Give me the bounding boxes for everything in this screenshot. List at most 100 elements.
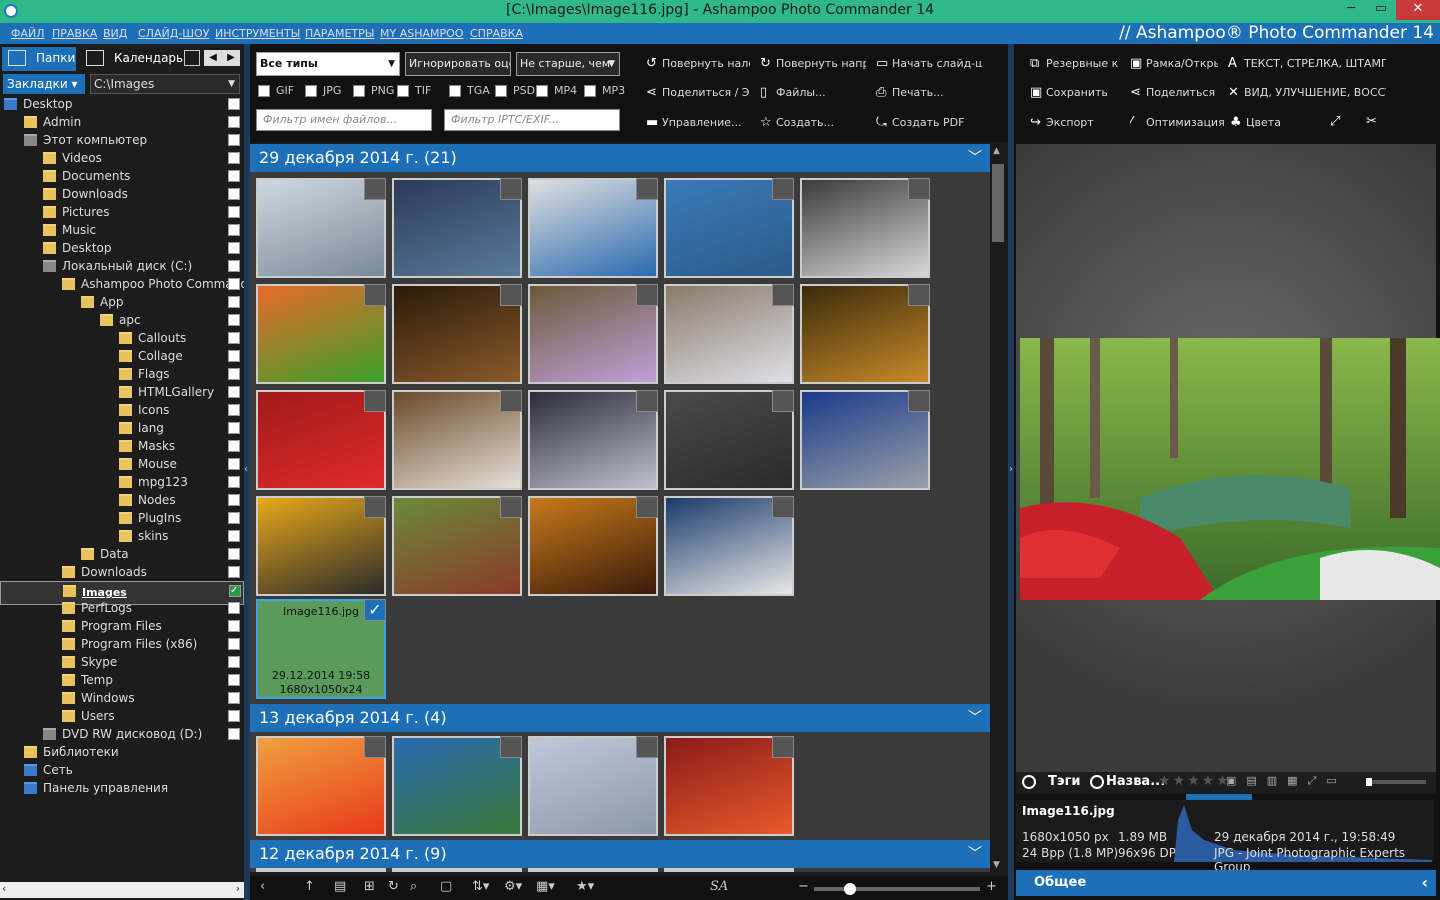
tree-item[interactable]: Desktop (0, 95, 244, 113)
save-button[interactable]: ▣ Сохранить (1030, 85, 1120, 100)
tree-item[interactable]: apc (0, 311, 244, 329)
thumbnail[interactable] (392, 496, 522, 596)
tree-checkbox[interactable] (228, 602, 240, 614)
tree-item[interactable]: Flags (0, 365, 244, 383)
minimize-button[interactable]: ─ (1336, 0, 1366, 20)
select-icon[interactable]: ⊞ (364, 879, 375, 894)
export-button[interactable]: ↪ Экспорт (1030, 115, 1120, 130)
tree-checkbox[interactable] (228, 350, 240, 362)
thumbnail[interactable] (392, 178, 522, 278)
cut-icon[interactable]: ✂ (1366, 114, 1384, 129)
layout-icon[interactable]: ▤ (334, 879, 346, 894)
thumbnail[interactable] (256, 868, 386, 872)
format-checkbox-tif[interactable]: TIF (397, 84, 431, 98)
share-right-button[interactable]: ⋖ Поделиться (1130, 85, 1218, 100)
thumbnail[interactable] (664, 178, 794, 278)
tree-checkbox[interactable] (228, 674, 240, 686)
scroll-right-icon[interactable]: › (236, 882, 240, 895)
thumbnail[interactable] (256, 284, 386, 384)
tree-checkbox[interactable] (228, 134, 240, 146)
general-section-header[interactable]: Общее ‹ (1016, 870, 1436, 896)
thumbnail[interactable] (392, 868, 522, 872)
tree-checkbox[interactable] (228, 458, 240, 470)
thumb-checkbox[interactable] (636, 496, 658, 518)
tree-checkbox[interactable] (228, 422, 240, 434)
chevron-down-icon[interactable]: ﹀ (968, 704, 982, 732)
print-button[interactable]: ⎙ Печать... (876, 85, 982, 100)
up-icon[interactable]: ↑ (304, 879, 315, 894)
star-filter-icon[interactable]: ★▾ (576, 879, 594, 894)
thumb-checkbox[interactable] (364, 390, 386, 412)
format-checkbox-gif[interactable]: GIF (258, 84, 294, 98)
tree-item[interactable]: PerfLogs (0, 599, 244, 617)
thumb-checkbox[interactable] (500, 496, 522, 518)
tree-item[interactable]: Admin (0, 113, 244, 131)
chevron-left-icon[interactable]: ‹ (1421, 870, 1428, 896)
gear-icon[interactable]: ⚙▾ (504, 879, 522, 894)
tree-checkbox[interactable] (228, 98, 240, 110)
tree-item[interactable]: App (0, 293, 244, 311)
menu-help[interactable]: СПРАВКА (470, 27, 523, 40)
scroll-up-icon[interactable]: ▲ (993, 146, 1000, 156)
tree-item[interactable]: HTMLGallery (0, 383, 244, 401)
tab-next-button[interactable]: ▶ (222, 50, 240, 66)
name-label[interactable]: Назва... (1106, 774, 1165, 789)
zoom-out-icon[interactable]: − (798, 879, 809, 894)
grid-vertical-scrollbar[interactable]: ▲ ▼ (990, 144, 1006, 872)
scroll-thumb[interactable] (992, 164, 1004, 242)
thumb-checkbox[interactable] (772, 178, 794, 200)
checkbox-box[interactable] (353, 85, 365, 97)
tree-checkbox[interactable] (228, 638, 240, 650)
rating-filter-select[interactable]: Игнорировать оцен (405, 52, 511, 76)
circle-icon[interactable] (1022, 775, 1036, 789)
tree-checkbox[interactable] (228, 620, 240, 632)
maximize-button[interactable]: ▭ (1366, 0, 1396, 20)
tree-item[interactable]: Панель управления (0, 779, 244, 797)
tree-item[interactable]: Сеть (0, 761, 244, 779)
tree-checkbox[interactable] (228, 710, 240, 722)
thumb-checkbox[interactable] (908, 390, 930, 412)
thumb-checkbox[interactable] (636, 178, 658, 200)
tree-item[interactable]: Documents (0, 167, 244, 185)
image-preview[interactable] (1016, 144, 1440, 772)
tree-item[interactable]: Desktop (0, 239, 244, 257)
format-checkbox-psd[interactable]: PSD (495, 84, 535, 98)
format-checkbox-mp3[interactable]: MP3 (584, 84, 625, 98)
thumbnail[interactable] (256, 390, 386, 490)
tree-checkbox[interactable]: ✓ (229, 585, 241, 597)
thumb-checkbox[interactable] (772, 496, 794, 518)
tree-checkbox[interactable] (228, 440, 240, 452)
thumbnail-selected[interactable]: ✓ Image116.jpg 29.12.2014 19:58 1680x105… (256, 599, 386, 699)
thumbnail[interactable] (392, 284, 522, 384)
thumbnail[interactable] (528, 284, 658, 384)
tree-checkbox[interactable] (228, 656, 240, 668)
thumb-checkbox[interactable] (636, 390, 658, 412)
tree-item[interactable]: Temp (0, 671, 244, 689)
tree-item[interactable]: Data (0, 545, 244, 563)
thumbnail[interactable] (800, 284, 930, 384)
tree-checkbox[interactable] (228, 278, 240, 290)
thumbnail[interactable] (664, 496, 794, 596)
type-filter-select[interactable]: Все типы ▼ (256, 52, 400, 76)
share-button[interactable]: ⋖ Поделиться / Эл (646, 85, 750, 100)
group-header[interactable]: 29 декабря 2014 г. (21) ﹀ (250, 144, 990, 172)
thumbnail[interactable] (664, 736, 794, 836)
tree-item[interactable]: Masks (0, 437, 244, 455)
tree-checkbox[interactable] (228, 386, 240, 398)
tree-item[interactable]: Ashampoo Photo Commander (0, 275, 244, 293)
tree-item[interactable]: Program Files (x86) (0, 635, 244, 653)
thumbnail[interactable] (528, 496, 658, 596)
tab-folders[interactable]: Папки (2, 47, 76, 71)
tags-label[interactable]: Тэги (1048, 774, 1080, 789)
tree-item[interactable]: skins (0, 527, 244, 545)
slideshow-button[interactable]: ▭ Начать слайд-шо (876, 56, 982, 71)
tree-checkbox[interactable] (228, 512, 240, 524)
tree-item[interactable]: Music (0, 221, 244, 239)
scroll-down-icon[interactable]: ▼ (993, 860, 1000, 870)
format-checkbox-tga[interactable]: TGA (449, 84, 490, 98)
colors-button[interactable]: ♣ Цвета (1230, 115, 1300, 130)
thumb-checkbox[interactable] (908, 284, 930, 306)
format-checkbox-mp4[interactable]: MP4 (536, 84, 577, 98)
tree-item[interactable]: Skype (0, 653, 244, 671)
thumbnail[interactable] (256, 496, 386, 596)
